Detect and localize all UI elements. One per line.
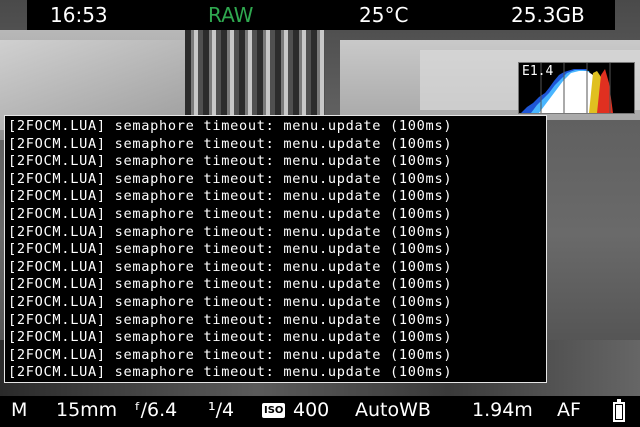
aperture: ᶠ/6.4 [135, 399, 178, 421]
image-format: RAW [208, 3, 254, 27]
focus-distance: 1.94m [472, 399, 533, 421]
console-line: [2FOCM.LUA] semaphore timeout: menu.upda… [8, 293, 453, 310]
console-line: [2FOCM.LUA] semaphore timeout: menu.upda… [8, 346, 453, 363]
scene-bookshelf [185, 28, 325, 123]
histogram-ev-label: E1.4 [522, 64, 554, 79]
bottom-status-bar: M 15mm ᶠ/6.4 ¹/4 ISO 400 AutoWB 1.94m AF [0, 396, 640, 427]
iso-value: 400 [293, 399, 330, 421]
card-free-space: 25.3GB [511, 3, 585, 27]
console-line: [2FOCM.LUA] semaphore timeout: menu.upda… [8, 135, 453, 152]
console-log: [2FOCM.LUA] semaphore timeout: menu.upda… [4, 115, 547, 383]
console-line: [2FOCM.LUA] semaphore timeout: menu.upda… [8, 276, 453, 293]
console-line: [2FOCM.LUA] semaphore timeout: menu.upda… [8, 205, 453, 222]
top-status-bar: 16:53 RAW 25°C 25.3GB [27, 0, 615, 30]
shutter-speed: ¹/4 [208, 399, 235, 421]
sensor-temperature: 25°C [359, 3, 409, 27]
battery-icon [613, 399, 625, 422]
histogram: E1.4 [518, 62, 635, 114]
battery-level [616, 405, 622, 419]
console-line: [2FOCM.LUA] semaphore timeout: menu.upda… [8, 364, 453, 381]
console-line: [2FOCM.LUA] semaphore timeout: menu.upda… [8, 153, 453, 170]
clock-time: 16:53 [50, 3, 108, 27]
console-line: [2FOCM.LUA] semaphore timeout: menu.upda… [8, 170, 453, 187]
iso-icon: ISO [262, 403, 286, 418]
console-line: [2FOCM.LUA] semaphore timeout: menu.upda… [8, 241, 453, 258]
white-balance: AutoWB [355, 399, 431, 421]
console-line: [2FOCM.LUA] semaphore timeout: menu.upda… [8, 258, 453, 275]
console-line: [2FOCM.LUA] semaphore timeout: menu.upda… [8, 223, 453, 240]
console-line: [2FOCM.LUA] semaphore timeout: menu.upda… [8, 329, 453, 346]
console-line: [2FOCM.LUA] semaphore timeout: menu.upda… [8, 118, 453, 134]
shooting-mode: M [11, 399, 28, 421]
console-line: [2FOCM.LUA] semaphore timeout: menu.upda… [8, 188, 453, 205]
focus-mode: AF [557, 399, 581, 421]
focal-length: 15mm [56, 399, 118, 421]
console-line: [2FOCM.LUA] semaphore timeout: menu.upda… [8, 311, 453, 328]
